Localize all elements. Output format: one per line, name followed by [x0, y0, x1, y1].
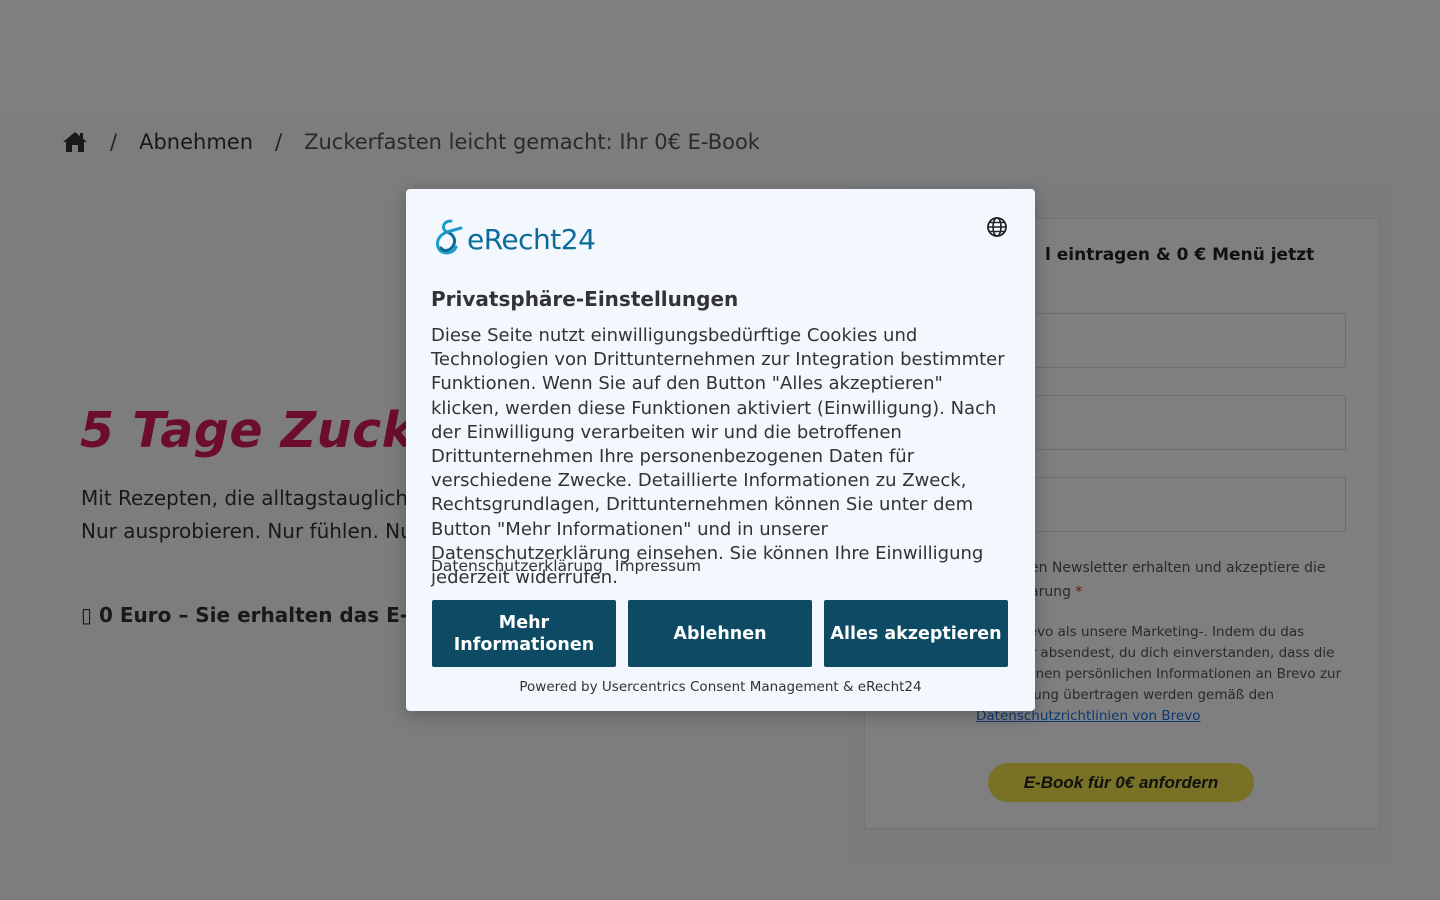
privacy-policy-link[interactable]: Datenschutzerklärung — [431, 557, 603, 575]
consent-body: Diese Seite nutzt einwilligungsbedürftig… — [431, 325, 1005, 589]
imprint-link[interactable]: Impressum — [615, 557, 701, 575]
accept-all-button[interactable]: Alles akzeptieren — [824, 600, 1008, 667]
more-info-line2: Informationen — [453, 634, 595, 655]
more-info-button[interactable]: Mehr Informationen — [432, 600, 616, 667]
decline-button[interactable]: Ablehnen — [628, 600, 812, 667]
erecht24-logo-icon — [435, 219, 463, 255]
powered-by-text: Powered by Usercentrics Consent Manageme… — [519, 679, 922, 695]
erecht24-logo: eRecht24 — [431, 214, 596, 256]
consent-links: Datenschutzerklärung Impressum — [431, 557, 701, 575]
globe-icon[interactable] — [986, 216, 1008, 238]
more-info-label: Mehr Informationen — [454, 612, 594, 656]
consent-button-row: Mehr Informationen Ablehnen Alles akzept… — [432, 600, 1008, 667]
consent-modal: eRecht24 Privatsphäre-Einstellungen Dies… — [406, 189, 1035, 711]
logo-text: eRecht24 — [467, 223, 596, 256]
consent-title: Privatsphäre-Einstellungen — [431, 287, 739, 311]
more-info-line1: Mehr — [498, 612, 550, 633]
